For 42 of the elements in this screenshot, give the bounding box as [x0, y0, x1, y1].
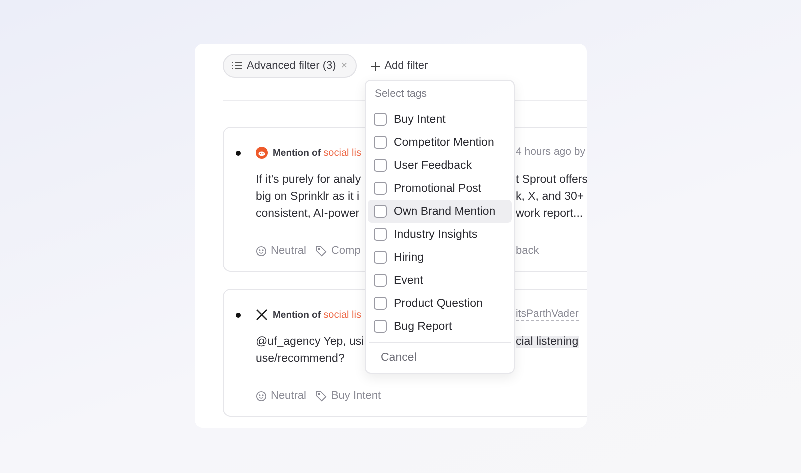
- mention-title: Mention of social lis: [273, 148, 362, 158]
- tag-label: back: [516, 245, 540, 257]
- checkbox[interactable]: [374, 297, 387, 310]
- dropdown-title: Select tags: [374, 88, 428, 102]
- post-text: If it's purely for analy: [256, 173, 362, 188]
- bullet-icon: [236, 150, 241, 156]
- post-text: @uf_agency Yep, usi: [256, 335, 366, 350]
- checkbox[interactable]: [374, 251, 387, 264]
- tag-icon: [316, 246, 328, 256]
- mention-title: Mention of social lis: [273, 310, 362, 320]
- checkbox[interactable]: [374, 113, 387, 126]
- smiley-icon: [256, 246, 267, 256]
- post-text: consistent, AI-power: [256, 207, 361, 222]
- tag-label: Comp: [331, 245, 361, 257]
- checkbox[interactable]: [374, 159, 387, 172]
- list-icon: [232, 62, 242, 70]
- checkbox[interactable]: [374, 136, 387, 149]
- chip-label: Advanced filter (3): [247, 60, 336, 72]
- sentiment-label: Neutral: [271, 245, 306, 257]
- tag-icon: [316, 390, 328, 402]
- post-text: use/recommend?: [256, 352, 346, 367]
- sentiment-label: Neutral: [271, 390, 306, 402]
- post-text: work report...: [516, 208, 584, 220]
- add-filter-button[interactable]: Add filter: [370, 60, 428, 72]
- post-text: k, X, and 30+: [516, 191, 584, 203]
- highlighted-text: cial listening: [516, 336, 579, 348]
- checkbox[interactable]: [374, 205, 387, 218]
- checkbox[interactable]: [374, 182, 387, 195]
- alien-icon: [256, 147, 268, 159]
- advanced-filter-chip[interactable]: Advanced filter (3) ×: [223, 54, 357, 78]
- x-logo-icon: [256, 309, 268, 321]
- plus-icon: [370, 62, 380, 70]
- post-text: big on Sprinklr as it i: [256, 190, 361, 205]
- tag-option[interactable]: Own Brand Mention: [368, 200, 512, 223]
- cancel-button[interactable]: Cancel: [366, 349, 432, 367]
- checkbox[interactable]: [374, 320, 387, 333]
- timestamp: 4 hours ago by: [516, 146, 586, 158]
- tag-label: Buy Intent: [331, 390, 382, 402]
- checkbox[interactable]: [374, 274, 387, 287]
- bullet-icon: [236, 312, 241, 318]
- smiley-icon: [256, 390, 267, 402]
- checkbox[interactable]: [374, 228, 387, 241]
